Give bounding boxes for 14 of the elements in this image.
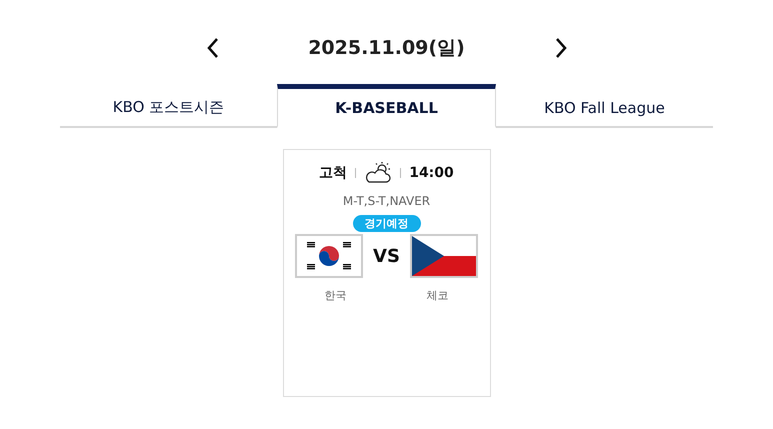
stadium-name: 고척 <box>319 164 348 182</box>
tab[interactable]: K-BASEBALL <box>277 84 496 128</box>
flag-icon <box>295 234 364 278</box>
status-badge: 경기예정 <box>352 215 420 232</box>
cloud-sun-icon <box>364 162 392 184</box>
versus-label: VS <box>373 246 400 266</box>
chevron-right-icon <box>554 37 568 59</box>
game-time: 14:00 <box>409 165 454 181</box>
team-name: 체코 <box>426 288 450 303</box>
flag-icon <box>410 234 478 278</box>
chevron-left-icon <box>206 37 220 59</box>
team-name: 한국 <box>324 288 348 303</box>
date-title: 2025.11.09(일) <box>307 36 466 61</box>
broadcast-channels: M-T,S-T,NAVER <box>342 194 430 208</box>
